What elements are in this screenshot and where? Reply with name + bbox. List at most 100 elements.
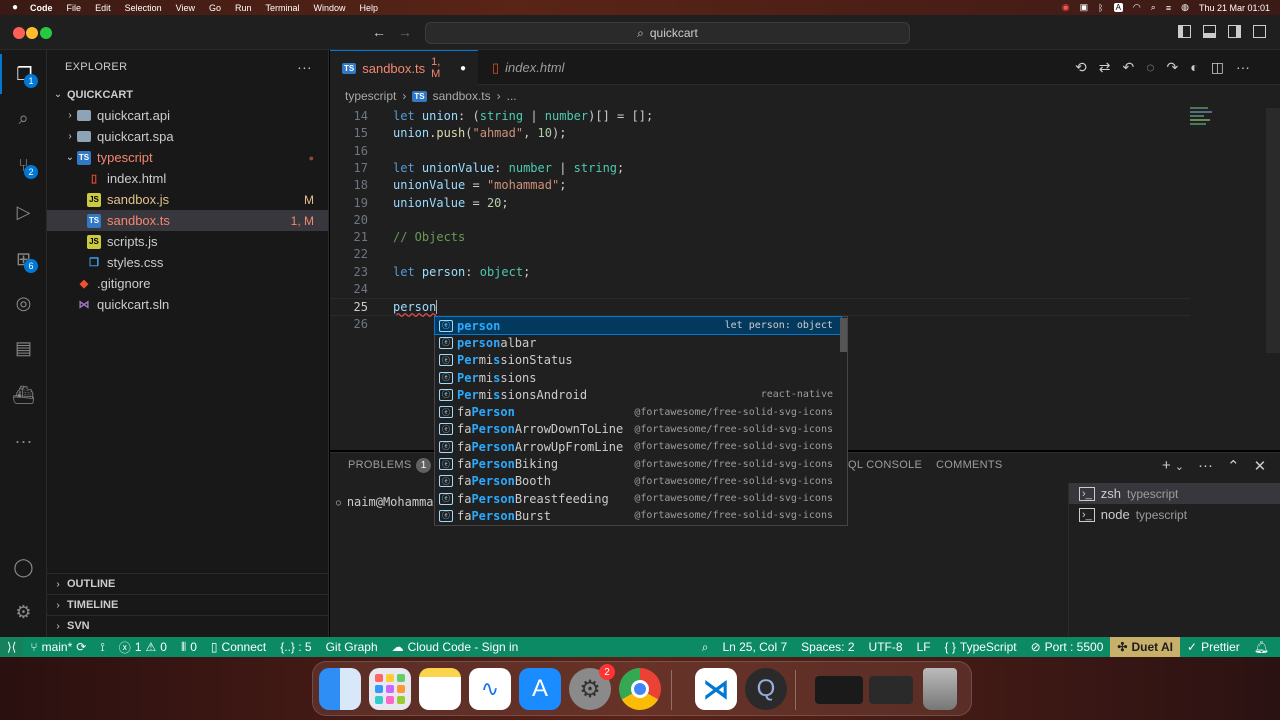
git-graph-button[interactable]: Git Graph <box>319 640 385 654</box>
indentation[interactable]: Spaces: 2 <box>794 640 861 654</box>
problems-indicator[interactable]: ⓧ 1 ⚠ 0 <box>112 639 174 656</box>
zoom-search-icon[interactable]: ⌕ <box>695 640 716 655</box>
suggestion-item[interactable]: ⓔ Per mi s sionStatus <box>435 352 841 369</box>
menu-selection[interactable]: Selection <box>125 3 162 13</box>
command-center-search[interactable]: ⌕ quickcart <box>425 22 910 44</box>
finder-icon[interactable] <box>319 668 361 710</box>
notifications-bell-icon[interactable]: 🔔︎ <box>1247 640 1276 654</box>
code-line[interactable]: unionValue = "mohammad"; <box>393 177 566 194</box>
end-of-line[interactable]: LF <box>910 640 938 654</box>
workspace-root[interactable]: ⌄ QUICKCART <box>47 84 328 105</box>
minimap[interactable] <box>1188 105 1218 135</box>
trash-icon[interactable] <box>923 668 957 710</box>
tab-index-html[interactable]: ▯ index.html <box>480 50 600 85</box>
terminal-item-zsh[interactable]: ›_ zsh typescript <box>1069 483 1280 504</box>
customize-layout-icon[interactable] <box>1253 25 1266 38</box>
json-indicator[interactable]: {..} : 5 <box>273 640 318 654</box>
source-control-graph-icon[interactable]: ⟟ <box>93 640 111 655</box>
apple-icon[interactable]: ● <box>12 2 18 13</box>
suggestion-scrollbar[interactable] <box>840 318 847 352</box>
tree-item-quickcart-spa[interactable]: › quickcart.spa <box>47 126 328 147</box>
minimized-window-icon[interactable] <box>815 676 863 704</box>
editor-scrollbar[interactable] <box>1266 108 1280 353</box>
ports-indicator[interactable]: ⦀ 0 <box>174 640 204 655</box>
code-line[interactable]: let union: (string | number)[] = []; <box>393 108 653 125</box>
spotlight-icon[interactable]: ⌕ <box>1151 2 1156 13</box>
suggestion-item[interactable]: ⓔ fa Person Burst @fortawesome/free-solid-… <box>435 507 841 524</box>
suggestion-item[interactable]: ⓔ person albar <box>435 334 841 351</box>
explorer-icon[interactable]: ❐ 1 <box>0 54 47 94</box>
split-editor-icon[interactable]: ◫ <box>1211 59 1224 76</box>
zoom-window-button[interactable] <box>40 27 52 39</box>
toggle-panel-icon[interactable] <box>1203 25 1216 38</box>
remote-indicator-icon[interactable]: ⟩⟨ <box>0 637 24 657</box>
prettier-button[interactable]: ✓ Prettier <box>1180 640 1247 654</box>
breadcrumb-folder[interactable]: typescript <box>345 89 396 103</box>
compare-changes-icon[interactable]: ⇄ <box>1099 59 1111 76</box>
language-mode[interactable]: { } TypeScript <box>938 640 1024 654</box>
close-window-button[interactable] <box>13 27 25 39</box>
tree-item-gitignore[interactable]: ◆ .gitignore <box>47 273 328 294</box>
code-line[interactable]: let person: object; <box>393 264 530 281</box>
tree-item-quickcart-sln[interactable]: ⋈ quickcart.sln <box>47 294 328 315</box>
freeform-icon[interactable]: ∿ <box>469 668 511 710</box>
timeline-history-icon[interactable]: ⟲ <box>1075 59 1087 76</box>
menu-help[interactable]: Help <box>360 3 379 13</box>
menu-go[interactable]: Go <box>209 3 221 13</box>
terminal-item-node[interactable]: ›_ node typescript <box>1069 504 1280 525</box>
tree-item-sandbox-ts[interactable]: TS sandbox.ts 1, M <box>47 210 328 231</box>
menu-clock[interactable]: Thu 21 Mar 01:01 <box>1199 3 1270 13</box>
source-control-icon[interactable]: ⑂ 2 <box>0 145 47 185</box>
terminal-output[interactable]: ○ naim@Mohammad <box>336 495 441 509</box>
siri-icon[interactable]: ◍ <box>1181 2 1189 13</box>
tree-item-scripts-js[interactable]: JS scripts.js <box>47 231 328 252</box>
minimized-window-icon[interactable] <box>869 676 913 704</box>
menu-window[interactable]: Window <box>314 3 346 13</box>
cursor-position[interactable]: Ln 25, Col 7 <box>715 640 794 654</box>
tab-problems[interactable]: PROBLEMS <box>348 459 412 471</box>
live-server-port[interactable]: ⊘ Port : 5500 <box>1024 640 1111 654</box>
close-panel-icon[interactable]: ✕ <box>1254 457 1267 475</box>
encoding[interactable]: UTF-8 <box>862 640 910 654</box>
breadcrumb-symbol[interactable]: ... <box>507 89 517 103</box>
svn-section[interactable]: › SVN <box>47 615 328 636</box>
extensions-icon[interactable]: ⊞ 6 <box>0 239 47 279</box>
code-line[interactable]: union.push("ahmad", 10); <box>393 125 566 142</box>
menu-file[interactable]: File <box>67 3 82 13</box>
suggestion-item[interactable]: ⓔ Per mi s sions <box>435 369 841 386</box>
back-arrow-icon[interactable]: ← <box>372 24 386 40</box>
timeline-section[interactable]: › TIMELINE <box>47 594 328 615</box>
code-line[interactable]: let unionValue: number | string; <box>393 160 624 177</box>
tab-sql-console[interactable]: QL CONSOLE <box>848 459 922 471</box>
code-comment[interactable]: // Objects <box>393 229 465 246</box>
suggestion-item[interactable]: ⓔ Per mi s sionsAndroid react-native <box>435 386 841 403</box>
next-change-icon[interactable]: ↷ <box>1167 59 1179 76</box>
testing-icon[interactable]: ▤ <box>0 328 47 368</box>
app-store-icon[interactable]: A <box>519 668 561 710</box>
toggle-secondary-sidebar-icon[interactable] <box>1228 25 1241 38</box>
breadcrumb-file[interactable]: sandbox.ts <box>433 89 491 103</box>
more-actions-icon[interactable]: ··· <box>1198 457 1213 475</box>
suggestion-item[interactable]: ⓔ fa Person Booth @fortawesome/free-solid-… <box>435 473 841 490</box>
duet-ai-button[interactable]: ✣ Duet AI <box>1110 637 1181 657</box>
screen-icon[interactable]: ▣ <box>1080 2 1089 13</box>
suggestion-item[interactable]: ⓔ fa Person ArrowDownToLine @fortawesome/f… <box>435 421 841 438</box>
toggle-sidebar-icon[interactable] <box>1178 25 1191 38</box>
tree-item-sandbox-js[interactable]: JS sandbox.js M <box>47 189 328 210</box>
launchpad-icon[interactable] <box>369 668 411 710</box>
accounts-icon[interactable]: ◯ <box>0 547 47 587</box>
suggestion-item[interactable]: ⓔ fa Person Breastfeeding @fortawesome/fre… <box>435 490 841 507</box>
remote-explorer-icon[interactable]: ◎ <box>0 283 47 323</box>
minimize-window-button[interactable] <box>26 27 38 39</box>
outline-section[interactable]: › OUTLINE <box>47 573 328 594</box>
suggestion-item[interactable]: ⓔ fa Person @fortawesome/free-solid-svg-i… <box>435 404 841 421</box>
suggestion-item[interactable]: ⓔ fa Person Biking @fortawesome/free-solid… <box>435 455 841 472</box>
cloud-code-button[interactable]: ☁ Cloud Code - Sign in <box>385 640 526 654</box>
vscode-icon[interactable]: ⋊ <box>695 668 737 710</box>
suggestion-item[interactable]: ⓔ fa Person ArrowUpFromLine @fortawesome/f… <box>435 438 841 455</box>
code-line-active[interactable]: person <box>393 299 445 316</box>
manage-gear-icon[interactable]: ⚙ <box>0 592 47 632</box>
more-views-icon[interactable]: ··· <box>0 421 47 461</box>
quicktime-icon[interactable]: Q <box>745 668 787 710</box>
chevron-down-icon[interactable]: ⌄ <box>1175 460 1184 475</box>
